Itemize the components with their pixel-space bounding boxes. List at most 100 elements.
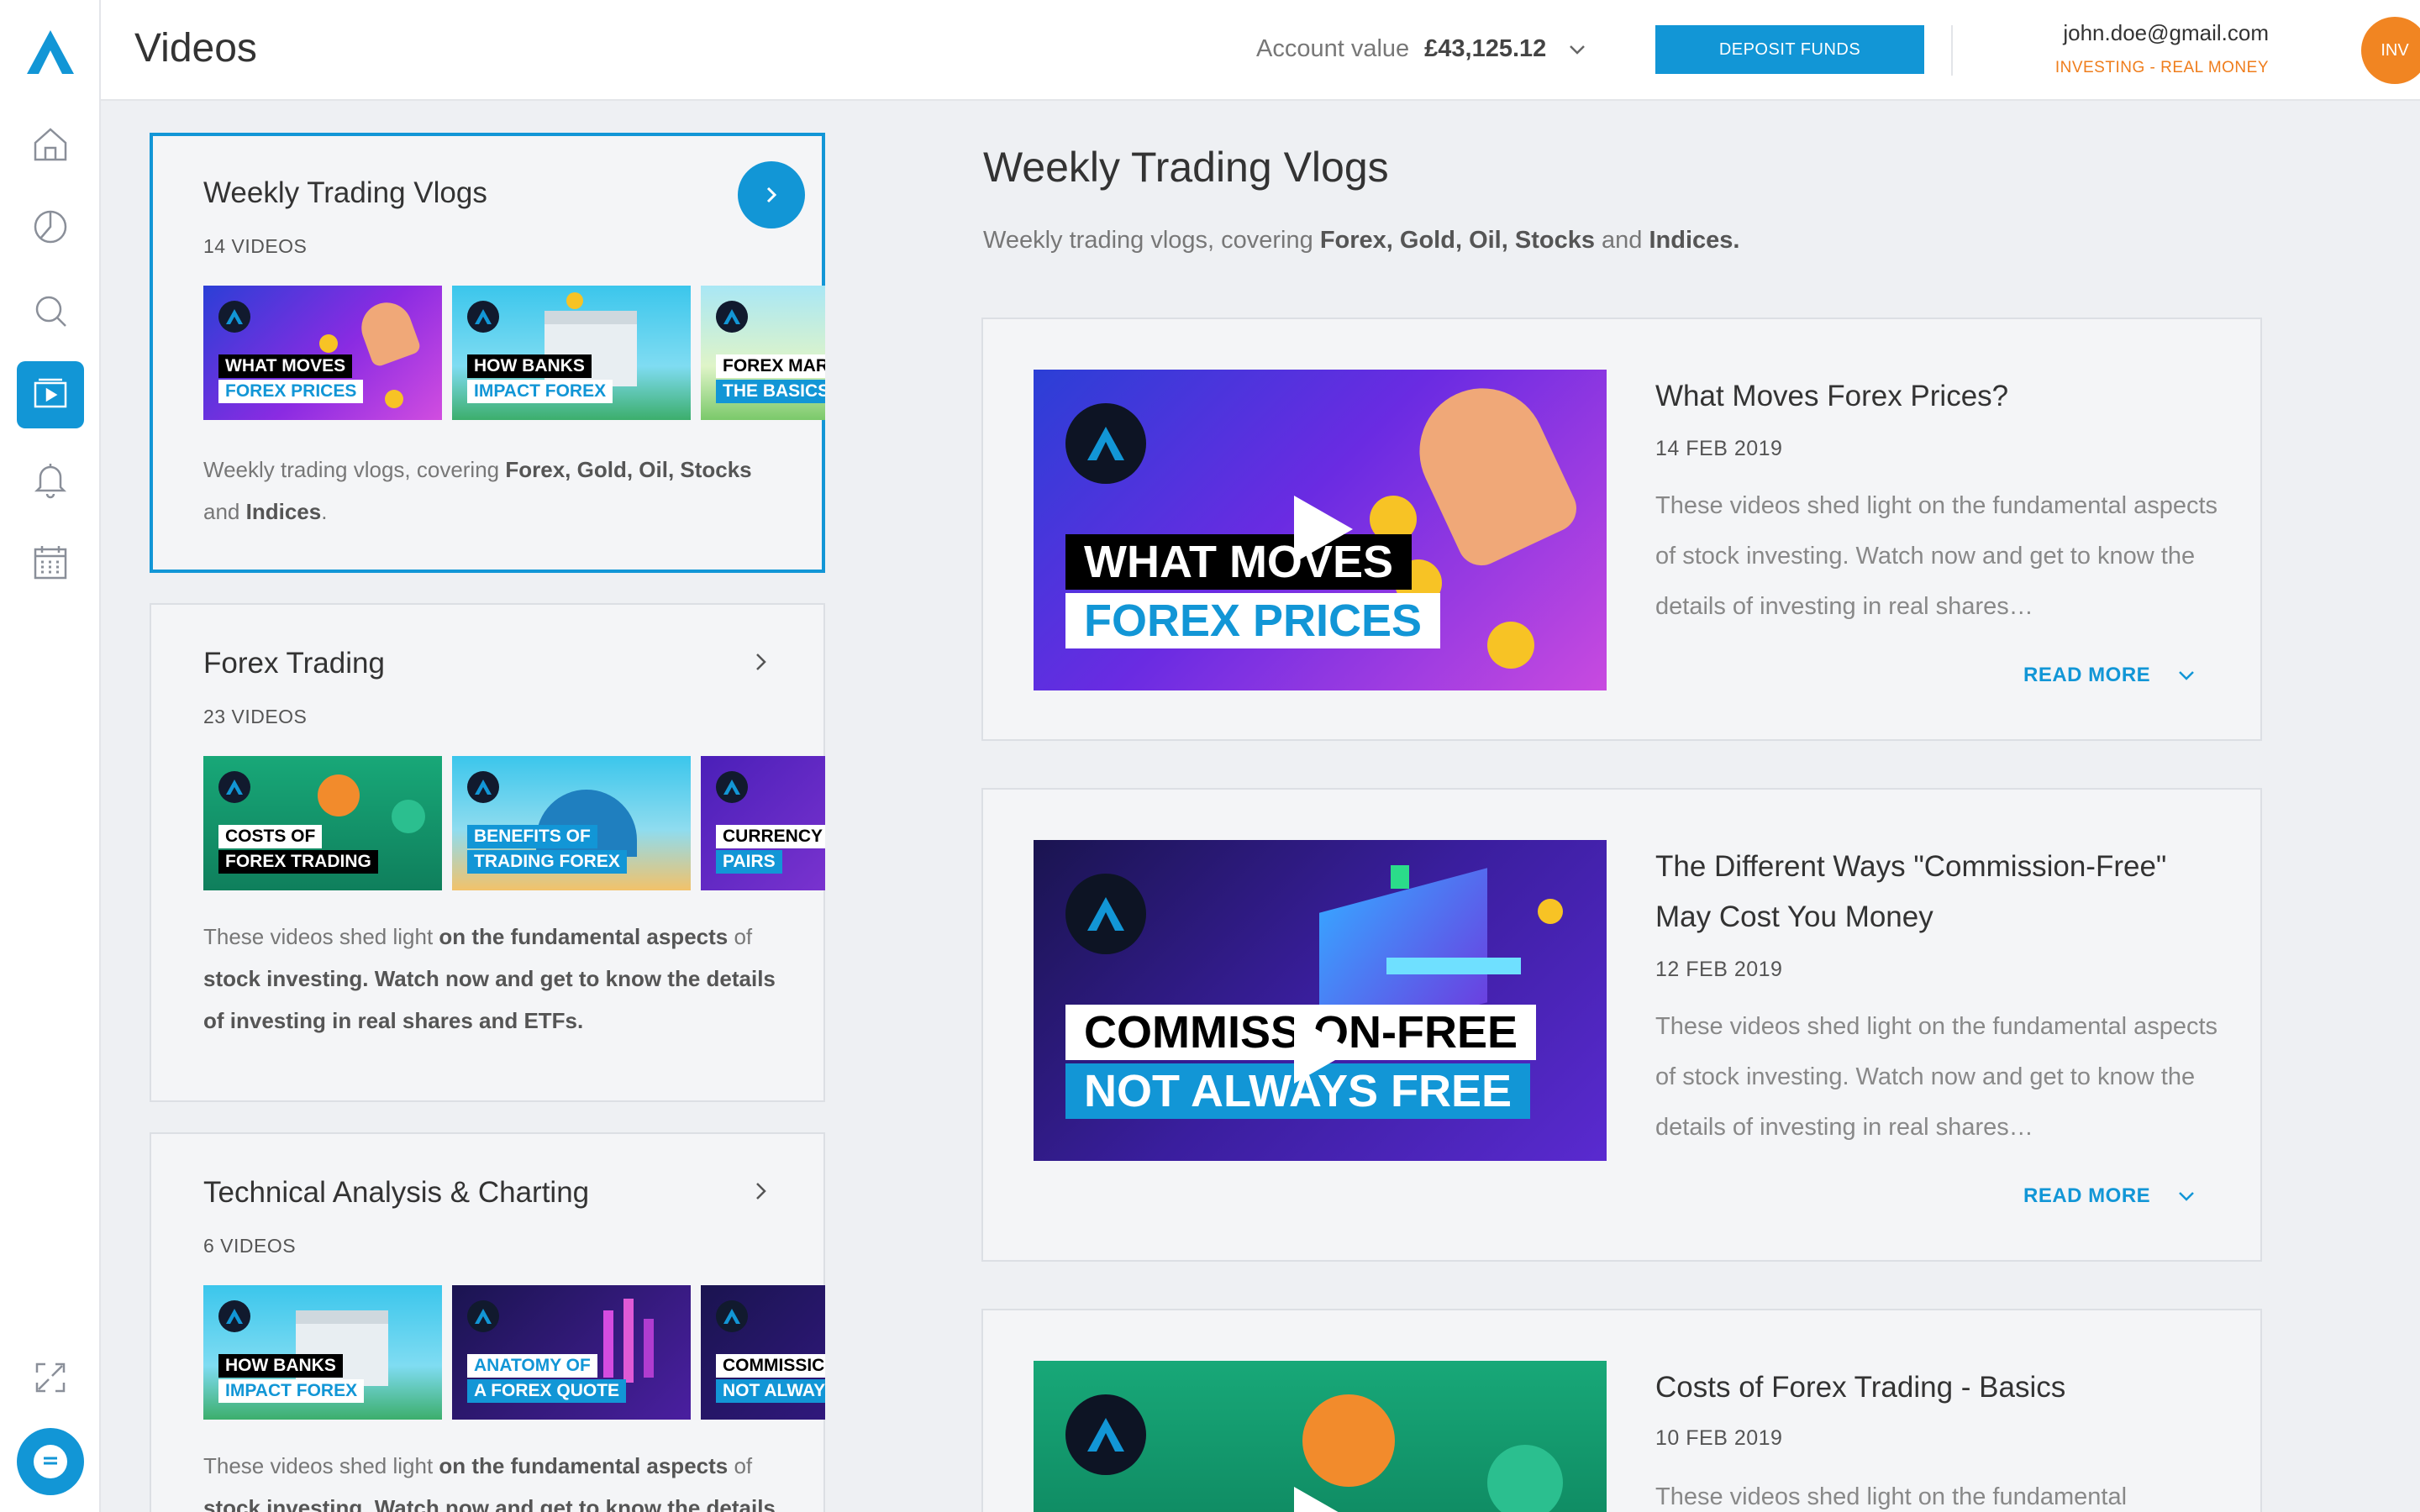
chevron-right-icon[interactable] xyxy=(746,1176,776,1206)
video-title[interactable]: Costs of Forex Trading - Basics xyxy=(1655,1362,2227,1413)
desc-text: Weekly trading vlogs, covering xyxy=(983,227,1320,254)
playlist-video-count: 6 VIDEOS xyxy=(203,1235,297,1257)
brand-logo-icon xyxy=(467,771,499,803)
play-icon[interactable] xyxy=(1277,1478,1361,1512)
thumbnail-label-line2: IMPACT FOREX xyxy=(218,1379,365,1403)
piggy-bank-illustration xyxy=(318,774,360,816)
open-playlist-button[interactable] xyxy=(738,161,805,228)
candlestick-illustration xyxy=(603,1310,613,1378)
coin-icon xyxy=(566,292,583,309)
video-thumbnail[interactable]: WHAT MOVES FOREX PRICES xyxy=(1034,370,1607,690)
top-bar: Videos Account value £43,125.12 DEPOSIT … xyxy=(101,0,2420,101)
desc-bold: Indices. xyxy=(1649,227,1740,254)
brand-logo-icon xyxy=(1065,403,1146,484)
read-more-button[interactable]: READ MORE xyxy=(2023,1184,2197,1208)
chevron-right-icon[interactable] xyxy=(746,647,776,677)
nav-portfolio-pie-icon[interactable] xyxy=(17,193,84,260)
video-title[interactable]: The Different Ways "Commission-Free" May… xyxy=(1655,842,2227,942)
nav-calendar-icon[interactable] xyxy=(17,529,84,596)
desc-text: and xyxy=(1594,227,1649,254)
chevron-down-icon xyxy=(1570,45,1586,55)
thumbnail-label-line1: WHAT MOVES xyxy=(218,354,353,378)
read-more-label: READ MORE xyxy=(2023,1184,2151,1207)
desc-text: of xyxy=(728,924,753,949)
account-value-amount: £43,125.12 xyxy=(1424,35,1547,62)
piggy-bank-illustration xyxy=(1487,1445,1563,1512)
video-thumbnail[interactable] xyxy=(1034,1361,1607,1512)
laptop-illustration xyxy=(1386,958,1521,974)
hand-illustration xyxy=(354,295,423,369)
playlist-card-weekly-trading-vlogs[interactable]: Weekly Trading Vlogs 14 VIDEOS WHAT MOVE… xyxy=(150,133,825,573)
video-description: These videos shed light on the fundament… xyxy=(1655,492,2218,620)
piggy-bank-illustration xyxy=(1302,1394,1395,1487)
playlist-thumbnails: COSTS OF FOREX TRADING BENEFITS OF TRADI… xyxy=(203,756,825,890)
thumbnail-label-line1: HOW BANKS xyxy=(467,354,592,378)
desc-text: These videos shed light xyxy=(203,1453,439,1478)
thumbnail-label-line1: HOW BANKS xyxy=(218,1354,343,1378)
nav-video-icon[interactable] xyxy=(17,361,84,428)
desc-text: These videos shed light xyxy=(203,924,439,949)
thumbnail-label-line1: COSTS OF xyxy=(218,825,323,848)
app-logo[interactable] xyxy=(24,27,77,77)
thumbnail-label-line1: COMMISSIC xyxy=(716,1354,825,1378)
video-thumbnail[interactable]: FOREX MAR THE BASICS xyxy=(701,286,825,420)
desc-text: . xyxy=(321,499,328,524)
thumbnail-label-line2: FOREX PRICES xyxy=(1065,593,1441,648)
piggy-bank-illustration xyxy=(392,800,425,833)
video-thumbnail[interactable]: COMMISSIC NOT ALWAY xyxy=(701,1285,825,1420)
desc-text: Weekly trading vlogs, covering xyxy=(203,457,506,482)
thumbnail-label-line2: A FOREX QUOTE xyxy=(467,1379,627,1403)
play-icon[interactable] xyxy=(1277,487,1361,571)
chevron-down-icon xyxy=(2179,671,2195,680)
avatar[interactable]: INV xyxy=(2361,17,2420,84)
video-thumbnail[interactable]: WHAT MOVES FOREX PRICES xyxy=(203,286,442,420)
read-more-button[interactable]: READ MORE xyxy=(2023,664,2197,687)
playlist-thumbnails: WHAT MOVES FOREX PRICES HOW BANKS IMPACT… xyxy=(203,286,825,420)
playlist-description: These videos shed light on the fundament… xyxy=(203,916,792,1042)
brand-logo-icon xyxy=(716,1300,748,1332)
chat-support-button[interactable] xyxy=(17,1428,84,1495)
playlist-card-forex-trading[interactable]: Forex Trading 23 VIDEOS COSTS OF FOREX T… xyxy=(150,603,825,1102)
video-date: 14 FEB 2019 xyxy=(1655,437,1783,460)
video-title[interactable]: What Moves Forex Prices? xyxy=(1655,371,2227,422)
nav-bell-icon[interactable] xyxy=(17,445,84,512)
desc-bold: on the fundamental aspects xyxy=(439,924,729,949)
video-thumbnail[interactable]: ANATOMY OF A FOREX QUOTE xyxy=(452,1285,691,1420)
brand-logo-icon xyxy=(218,771,250,803)
gem-icon xyxy=(1391,865,1409,889)
video-description: These videos shed light on the fundament… xyxy=(1655,1483,2128,1510)
play-icon[interactable] xyxy=(1277,1008,1361,1092)
video-thumbnail[interactable]: CURRENCY PAIRS xyxy=(701,756,825,890)
account-value-dropdown[interactable]: Account value £43,125.12 xyxy=(1256,35,1588,63)
expand-icon[interactable] xyxy=(17,1344,84,1411)
coin-icon xyxy=(1538,899,1563,924)
candlestick-illustration xyxy=(623,1299,634,1383)
playlist-thumbnails: HOW BANKS IMPACT FOREX ANATOMY OF A FORE… xyxy=(203,1285,825,1420)
candlestick-illustration xyxy=(644,1319,654,1378)
playlist-video-count: 14 VIDEOS xyxy=(203,235,308,257)
sidebar xyxy=(0,0,101,1512)
thumbnail-label-line2: FOREX TRADING xyxy=(218,850,378,874)
video-date: 10 FEB 2019 xyxy=(1655,1426,1783,1450)
nav-home-icon[interactable] xyxy=(17,111,84,178)
account-value-label: Account value xyxy=(1256,35,1410,62)
playlist-title: Weekly Trading Vlogs xyxy=(203,176,487,209)
deposit-funds-button[interactable]: DEPOSIT FUNDS xyxy=(1655,25,1924,74)
hand-illustration xyxy=(1398,370,1585,574)
video-card: WHAT MOVES FOREX PRICES What Moves Forex… xyxy=(981,318,2262,741)
nav-search-icon[interactable] xyxy=(17,277,84,344)
video-thumbnail[interactable]: BENEFITS OF TRADING FOREX xyxy=(452,756,691,890)
video-thumbnail[interactable]: COSTS OF FOREX TRADING xyxy=(203,756,442,890)
brand-logo-icon xyxy=(716,301,748,333)
thumbnail-label-line2: TRADING FOREX xyxy=(467,850,627,874)
thumbnail-label-line1: CURRENCY xyxy=(716,825,825,848)
brand-logo-icon xyxy=(1065,874,1146,954)
desc-bold: Indices xyxy=(245,499,322,524)
video-thumbnail[interactable]: HOW BANKS IMPACT FOREX xyxy=(452,286,691,420)
coin-icon xyxy=(1487,622,1534,669)
playlist-card-technical-analysis[interactable]: Technical Analysis & Charting 6 VIDEOS H… xyxy=(150,1132,825,1512)
brand-logo-icon xyxy=(1065,1394,1146,1475)
video-thumbnail[interactable]: COMMISS ON-FREE NOT ALWAYS FREE xyxy=(1034,840,1607,1161)
video-card: Costs of Forex Trading - Basics 10 FEB 2… xyxy=(981,1309,2262,1512)
video-thumbnail[interactable]: HOW BANKS IMPACT FOREX xyxy=(203,1285,442,1420)
